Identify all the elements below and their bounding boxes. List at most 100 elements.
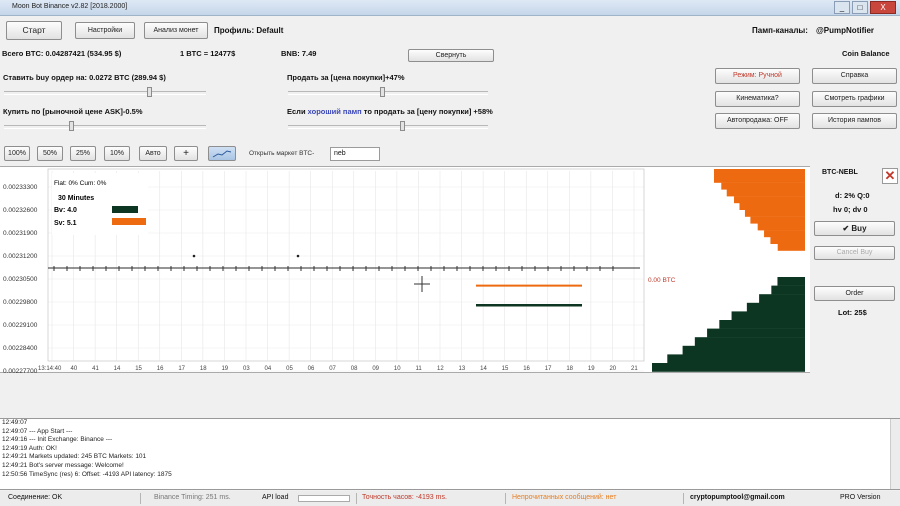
x-tick-label: 15	[135, 366, 142, 372]
pump-channel-name[interactable]: @PumpNotifier	[816, 26, 874, 35]
view-charts-button[interactable]: Смотреть графики	[812, 91, 897, 107]
quick-10-button[interactable]: 10%	[104, 146, 130, 161]
chart-mode-button[interactable]	[208, 146, 236, 161]
buy-order-slider[interactable]	[4, 87, 206, 97]
log-line: 12:49:19 Auth: OK!	[2, 444, 57, 452]
settings-button[interactable]: Настройки	[75, 22, 135, 39]
btc-rate-label: 1 BTC = 12477$	[180, 49, 236, 58]
autosell-button[interactable]: Автопродажа: OFF	[715, 113, 800, 129]
connection-status: Соединение: OK	[8, 494, 63, 501]
bnb-label: BNB: 7.49	[281, 49, 317, 58]
sell-target-slider[interactable]	[288, 87, 488, 97]
x-tick-label: 13	[459, 366, 466, 372]
help-button[interactable]: Справка	[812, 68, 897, 84]
trade-marker	[296, 254, 300, 258]
buy-button[interactable]: ✔ Buy	[814, 221, 895, 236]
x-tick-label: 07	[329, 366, 336, 372]
close-pair-button[interactable]: ✕	[882, 168, 898, 184]
close-button[interactable]: X	[870, 1, 896, 14]
quick-50-button[interactable]: 50%	[37, 146, 63, 161]
slider-thumb[interactable]	[147, 87, 152, 97]
slider-thumb[interactable]	[400, 121, 405, 131]
sell-target-label: Продать за [цена покупки]+47%	[287, 73, 405, 82]
slider-thumb[interactable]	[69, 121, 74, 131]
auto-button[interactable]: Авто	[139, 146, 167, 161]
x-tick-label: 17	[545, 366, 552, 372]
buy-depth-bar	[746, 302, 805, 312]
good-pump-word: хороший памп	[307, 107, 362, 116]
coin-analysis-button[interactable]: Анализ монет	[144, 22, 208, 39]
sell-depth-bar	[764, 230, 805, 238]
buy-market-slider[interactable]	[4, 121, 206, 131]
pump-history-button[interactable]: История пампов	[812, 113, 897, 129]
add-button[interactable]: +	[174, 146, 198, 161]
y-tick-label: 0.00232600	[3, 207, 38, 214]
maximize-button[interactable]: □	[852, 1, 868, 14]
x-tick-label: 08	[351, 366, 358, 372]
log-scrollbar[interactable]	[890, 419, 900, 489]
good-pump-suffix: то продать за [цену покупки] +58%	[361, 107, 493, 116]
kinematics-button[interactable]: Кинематика?	[715, 91, 800, 107]
legend-sv: Sv: 5.1	[54, 220, 77, 227]
log-line: 12:49:21 Bot's server message: Welcome!	[2, 461, 124, 469]
window-title: Moon Bot Binance v2.82 [2018.2000]	[12, 3, 128, 10]
log-line: 12:50:56 TimeSync (res) 6: Offset: -4193…	[2, 470, 172, 478]
version-status: PRO Version	[840, 494, 881, 501]
cancel-buy-button[interactable]: Cancel Buy	[814, 246, 895, 260]
price-chart[interactable]: 0.00233300 0.00232600 0.00231900 0.00231200…	[0, 166, 810, 375]
volume-label: hv 0; dv 0	[833, 205, 868, 214]
good-pump-slider[interactable]	[288, 121, 488, 131]
chart-icon	[212, 150, 232, 158]
legend-interval: 30 Minutes	[58, 195, 94, 202]
collapse-button[interactable]: Свернуть	[408, 49, 494, 62]
sell-depth-bar	[770, 237, 805, 244]
sell-depth-bar	[714, 169, 805, 176]
x-tick-label: 12	[437, 366, 444, 372]
x-tick-label: 13:14:40	[38, 366, 62, 372]
status-bar: Соединение: OK Binance Timing: 251 ms. A…	[0, 491, 900, 506]
log-line: 12:49:07	[2, 419, 28, 426]
quick-100-button[interactable]: 100%	[4, 146, 30, 161]
log-panel[interactable]: 12:49:07 12:49:07 --- App Start --- 12:4…	[0, 418, 900, 490]
start-button[interactable]: Старт	[6, 21, 62, 40]
sell-depth-bar	[750, 216, 805, 224]
unread-messages-status: Непрочитанных сообщений: нет	[512, 494, 617, 501]
minimize-button[interactable]: _	[834, 1, 850, 14]
y-tick-label: 0.00227700	[3, 368, 38, 374]
api-load-label: API load	[262, 494, 289, 501]
log-line: 12:49:21 Markets updated: 245 BTC Market…	[2, 453, 147, 461]
clock-diff-status: Точность часов: -4193 ms.	[362, 494, 447, 501]
coin-balance-label[interactable]: Coin Balance	[842, 49, 890, 58]
x-tick-label: 17	[178, 366, 185, 372]
sell-depth-bar	[721, 182, 805, 190]
open-market-input[interactable]: neb	[330, 147, 380, 161]
sell-depth-bar	[734, 196, 805, 204]
buy-depth-bar	[652, 363, 805, 372]
buy-market-label: Купить по [рыночной цене ASK]-0.5%	[3, 107, 143, 116]
slider-thumb[interactable]	[380, 87, 385, 97]
buy-depth-bar	[682, 345, 805, 355]
price-chart-svg[interactable]: 0.00233300 0.00232600 0.00231900 0.00231200…	[0, 167, 810, 375]
y-tick-label: 0.00229100	[3, 322, 38, 329]
profile-label: Профиль: Default	[214, 26, 284, 35]
buy-depth-bar	[694, 337, 805, 346]
order-button[interactable]: Order	[814, 286, 895, 301]
x-tick-label: 20	[609, 366, 616, 372]
x-tick-label: 18	[566, 366, 573, 372]
order-panel: BTC-NEBL ✕ d: 2% Q:0 hv 0; dv 0 ✔ Buy Ca…	[810, 166, 900, 373]
x-tick-label: 10	[394, 366, 401, 372]
lot-label: Lot: 25$	[838, 308, 867, 317]
total-btc-label: Всего BTC: 0.04287421 (534.95 $)	[2, 49, 122, 58]
x-tick-label: 14	[114, 366, 121, 372]
quick-25-button[interactable]: 25%	[70, 146, 96, 161]
sell-depth-bar	[726, 189, 805, 197]
timing-status: Binance Timing: 251 ms.	[154, 494, 231, 501]
email-status: cryptopumptool@gmail.com	[690, 494, 785, 501]
mode-button[interactable]: Режим: Ручной	[715, 68, 800, 84]
y-tick-label: 0.00233300	[3, 184, 38, 191]
buy-depth-bar	[771, 285, 805, 295]
open-market-label: Открыть маркет BTC-	[249, 150, 315, 157]
x-tick-label: 15	[502, 366, 509, 372]
buy-depth-bar	[667, 354, 805, 364]
buy-depth-bar	[759, 294, 805, 303]
